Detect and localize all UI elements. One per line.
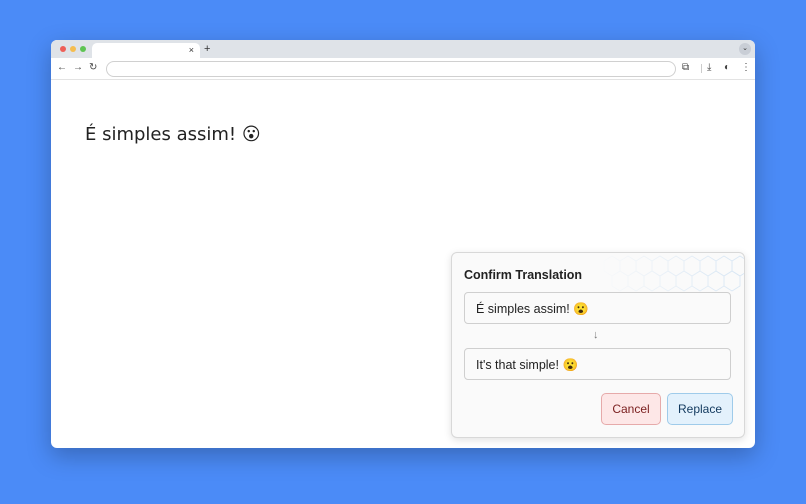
page-paragraph: É simples assim! 😮 bbox=[85, 124, 261, 145]
close-window-button[interactable] bbox=[60, 46, 66, 52]
source-text-box: É simples assim! 😮 bbox=[464, 292, 731, 324]
profile-icon[interactable]: ◐ bbox=[724, 60, 730, 76]
minimize-window-button[interactable] bbox=[70, 46, 76, 52]
browser-toolbar: ← → ↻ ⧉ ⤓ ◐ ⋮ bbox=[51, 58, 755, 80]
dialog-title: Confirm Translation bbox=[464, 268, 583, 282]
translation-dialog: Confirm Translation É simples assim! 😮 ↓… bbox=[451, 252, 745, 438]
translated-text-box: It's that simple! 😮 bbox=[464, 348, 731, 380]
page-content: É simples assim! 😮 Confirm Translation É… bbox=[51, 80, 755, 448]
cancel-button[interactable]: Cancel bbox=[601, 393, 661, 425]
download-icon[interactable]: ⤓ bbox=[707, 60, 711, 76]
browser-tab[interactable]: × bbox=[92, 43, 200, 58]
forward-icon[interactable]: → bbox=[73, 60, 83, 76]
reload-icon[interactable]: ↻ bbox=[89, 60, 97, 76]
back-icon[interactable]: ← bbox=[57, 60, 67, 76]
tab-search-button[interactable]: ⌄ bbox=[739, 43, 751, 55]
tab-strip: × + ⌄ bbox=[51, 40, 755, 58]
menu-icon[interactable]: ⋮ bbox=[741, 60, 751, 76]
new-tab-button[interactable]: + bbox=[204, 42, 210, 56]
browser-window: × + ⌄ ← → ↻ ⧉ ⤓ ◐ ⋮ É simples assim! 😮 C… bbox=[51, 40, 755, 448]
maximize-window-button[interactable] bbox=[80, 46, 86, 52]
address-bar[interactable] bbox=[106, 61, 676, 77]
toolbar-divider bbox=[701, 64, 702, 73]
tab-close-icon[interactable]: × bbox=[189, 43, 194, 58]
replace-button[interactable]: Replace bbox=[667, 393, 733, 425]
arrow-down-icon: ↓ bbox=[593, 329, 599, 341]
extensions-icon[interactable]: ⧉ bbox=[682, 60, 689, 76]
